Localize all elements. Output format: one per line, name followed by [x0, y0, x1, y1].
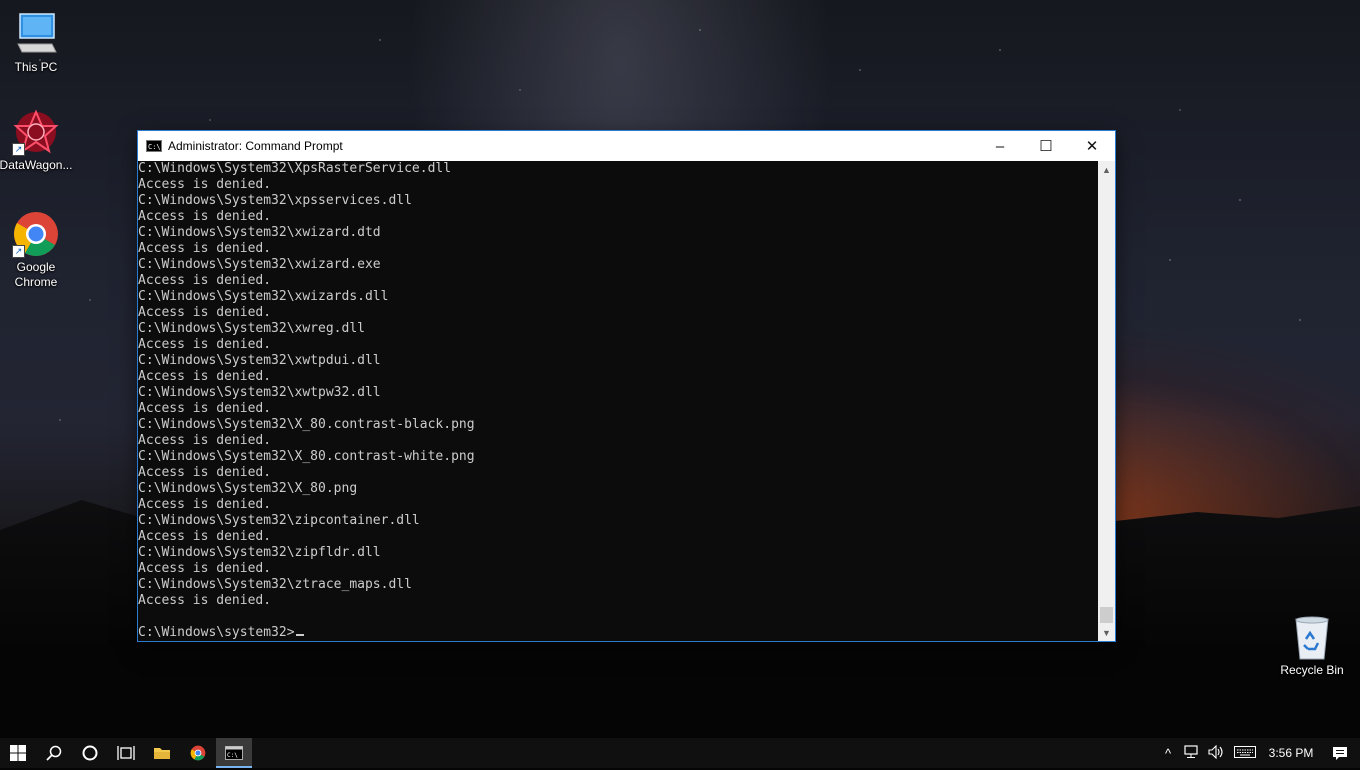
system-tray: ^ 3:56 PM — [1156, 738, 1360, 768]
console-line: C:\Windows\System32\X_80.contrast-white.… — [138, 449, 475, 464]
console-line: Access is denied. — [138, 369, 272, 384]
console-line: Access is denied. — [138, 593, 272, 608]
clock[interactable]: 3:56 PM — [1262, 746, 1320, 760]
console-line: Access is denied. — [138, 497, 272, 512]
search-icon — [46, 745, 62, 761]
console-line: C:\Windows\System32\X_80.png — [138, 481, 358, 496]
console-line: C:\Windows\System32\xwtpw32.dll — [138, 385, 381, 400]
action-center-button[interactable] — [1320, 738, 1360, 768]
console-line: Access is denied. — [138, 241, 272, 256]
console-line: C:\Windows\System32\ztrace_maps.dll — [138, 577, 412, 592]
command-prompt-window[interactable]: C:\ Administrator: Command Prompt – ☐ ✕ … — [138, 131, 1115, 641]
chrome-taskbar-button[interactable] — [180, 738, 216, 768]
window-titlebar[interactable]: C:\ Administrator: Command Prompt – ☐ ✕ — [138, 131, 1115, 161]
cortana-button[interactable] — [72, 738, 108, 768]
desktop-icon-google-chrome[interactable]: ↗ Google Chrome — [0, 210, 74, 290]
console-prompt: C:\Windows\system32> — [138, 625, 295, 640]
start-button[interactable] — [0, 738, 36, 768]
show-hidden-icons-chevron-icon[interactable]: ^ — [1156, 746, 1180, 761]
search-button[interactable] — [36, 738, 72, 768]
desktop-icon-recycle-bin[interactable]: Recycle Bin — [1274, 613, 1350, 678]
chrome-icon — [190, 745, 206, 761]
console-line: C:\Windows\System32\X_80.contrast-black.… — [138, 417, 475, 432]
chrome-icon: ↗ — [12, 210, 60, 258]
window-title: Administrator: Command Prompt — [168, 139, 343, 153]
console-line: Access is denied. — [138, 305, 272, 320]
shortcut-arrow-icon: ↗ — [12, 143, 25, 156]
minimize-button[interactable]: – — [977, 131, 1023, 161]
scrollbar-thumb[interactable] — [1100, 607, 1113, 623]
svg-text:C:\: C:\ — [227, 752, 238, 759]
console-line: C:\Windows\System32\zipfldr.dll — [138, 545, 381, 560]
console-line: C:\Windows\System32\xwtpdui.dll — [138, 353, 381, 368]
console-line: Access is denied. — [138, 529, 272, 544]
network-icon[interactable] — [1180, 744, 1204, 762]
console-line: Access is denied. — [138, 337, 272, 352]
cortana-icon — [82, 745, 98, 761]
volume-icon[interactable] — [1204, 744, 1228, 762]
close-button[interactable]: ✕ — [1069, 131, 1115, 161]
console-line: C:\Windows\System32\xwizard.exe — [138, 257, 381, 272]
shortcut-arrow-icon: ↗ — [12, 245, 25, 258]
console-line: Access is denied. — [138, 433, 272, 448]
console-line: Access is denied. — [138, 177, 272, 192]
console-line: C:\Windows\System32\xwizards.dll — [138, 289, 389, 304]
task-view-button[interactable] — [108, 738, 144, 768]
file-explorer-icon — [154, 748, 170, 759]
console-line: C:\Windows\System32\XpsRasterService.dll — [138, 161, 452, 176]
console-line: Access is denied. — [138, 561, 272, 576]
console-output[interactable]: C:\Windows\System32\XpsRasterService.dll… — [138, 161, 1098, 641]
task-view-icon — [117, 746, 135, 760]
file-explorer-button[interactable] — [144, 738, 180, 768]
console-line: C:\Windows\System32\xwizard.dtd — [138, 225, 381, 240]
notification-icon — [1333, 746, 1347, 760]
console-line: Access is denied. — [138, 209, 272, 224]
console-line: Access is denied. — [138, 465, 272, 480]
desktop-icon-datawagon[interactable]: ↗ DataWagon... — [0, 108, 74, 173]
vertical-scrollbar[interactable]: ▲ ▼ — [1098, 161, 1115, 641]
desktop-icon-label: DataWagon... — [0, 158, 73, 172]
scroll-up-button[interactable]: ▲ — [1098, 161, 1115, 178]
console-prompt-line[interactable]: C:\Windows\system32> — [138, 625, 1098, 641]
windows-start-icon — [10, 745, 26, 761]
recycle-bin-icon — [1288, 613, 1336, 661]
console-line: C:\Windows\System32\xwreg.dll — [138, 321, 365, 336]
console-line: Access is denied. — [138, 273, 272, 288]
taskbar: C:\ ^ 3:56 PM — [0, 738, 1360, 768]
desktop-icon-label: Recycle Bin — [1280, 663, 1344, 677]
scroll-down-button[interactable]: ▼ — [1098, 624, 1115, 641]
console-line: C:\Windows\System32\zipcontainer.dll — [138, 513, 420, 528]
command-prompt-taskbar-button[interactable]: C:\ — [216, 738, 252, 768]
maximize-button[interactable]: ☐ — [1023, 131, 1069, 161]
console-line: C:\Windows\System32\xpsservices.dll — [138, 193, 412, 208]
keyboard-icon[interactable] — [1228, 745, 1262, 761]
desktop-icon-label: Google Chrome — [14, 260, 58, 289]
desktop-icon-this-pc[interactable]: This PC — [0, 10, 74, 75]
desktop-icon-label: This PC — [14, 60, 58, 74]
datawagon-icon: ↗ — [12, 108, 60, 156]
this-pc-icon — [12, 10, 60, 58]
command-prompt-icon: C:\ — [225, 746, 243, 760]
text-cursor — [295, 634, 304, 636]
console-line: Access is denied. — [138, 401, 272, 416]
command-prompt-icon: C:\ — [146, 140, 162, 152]
